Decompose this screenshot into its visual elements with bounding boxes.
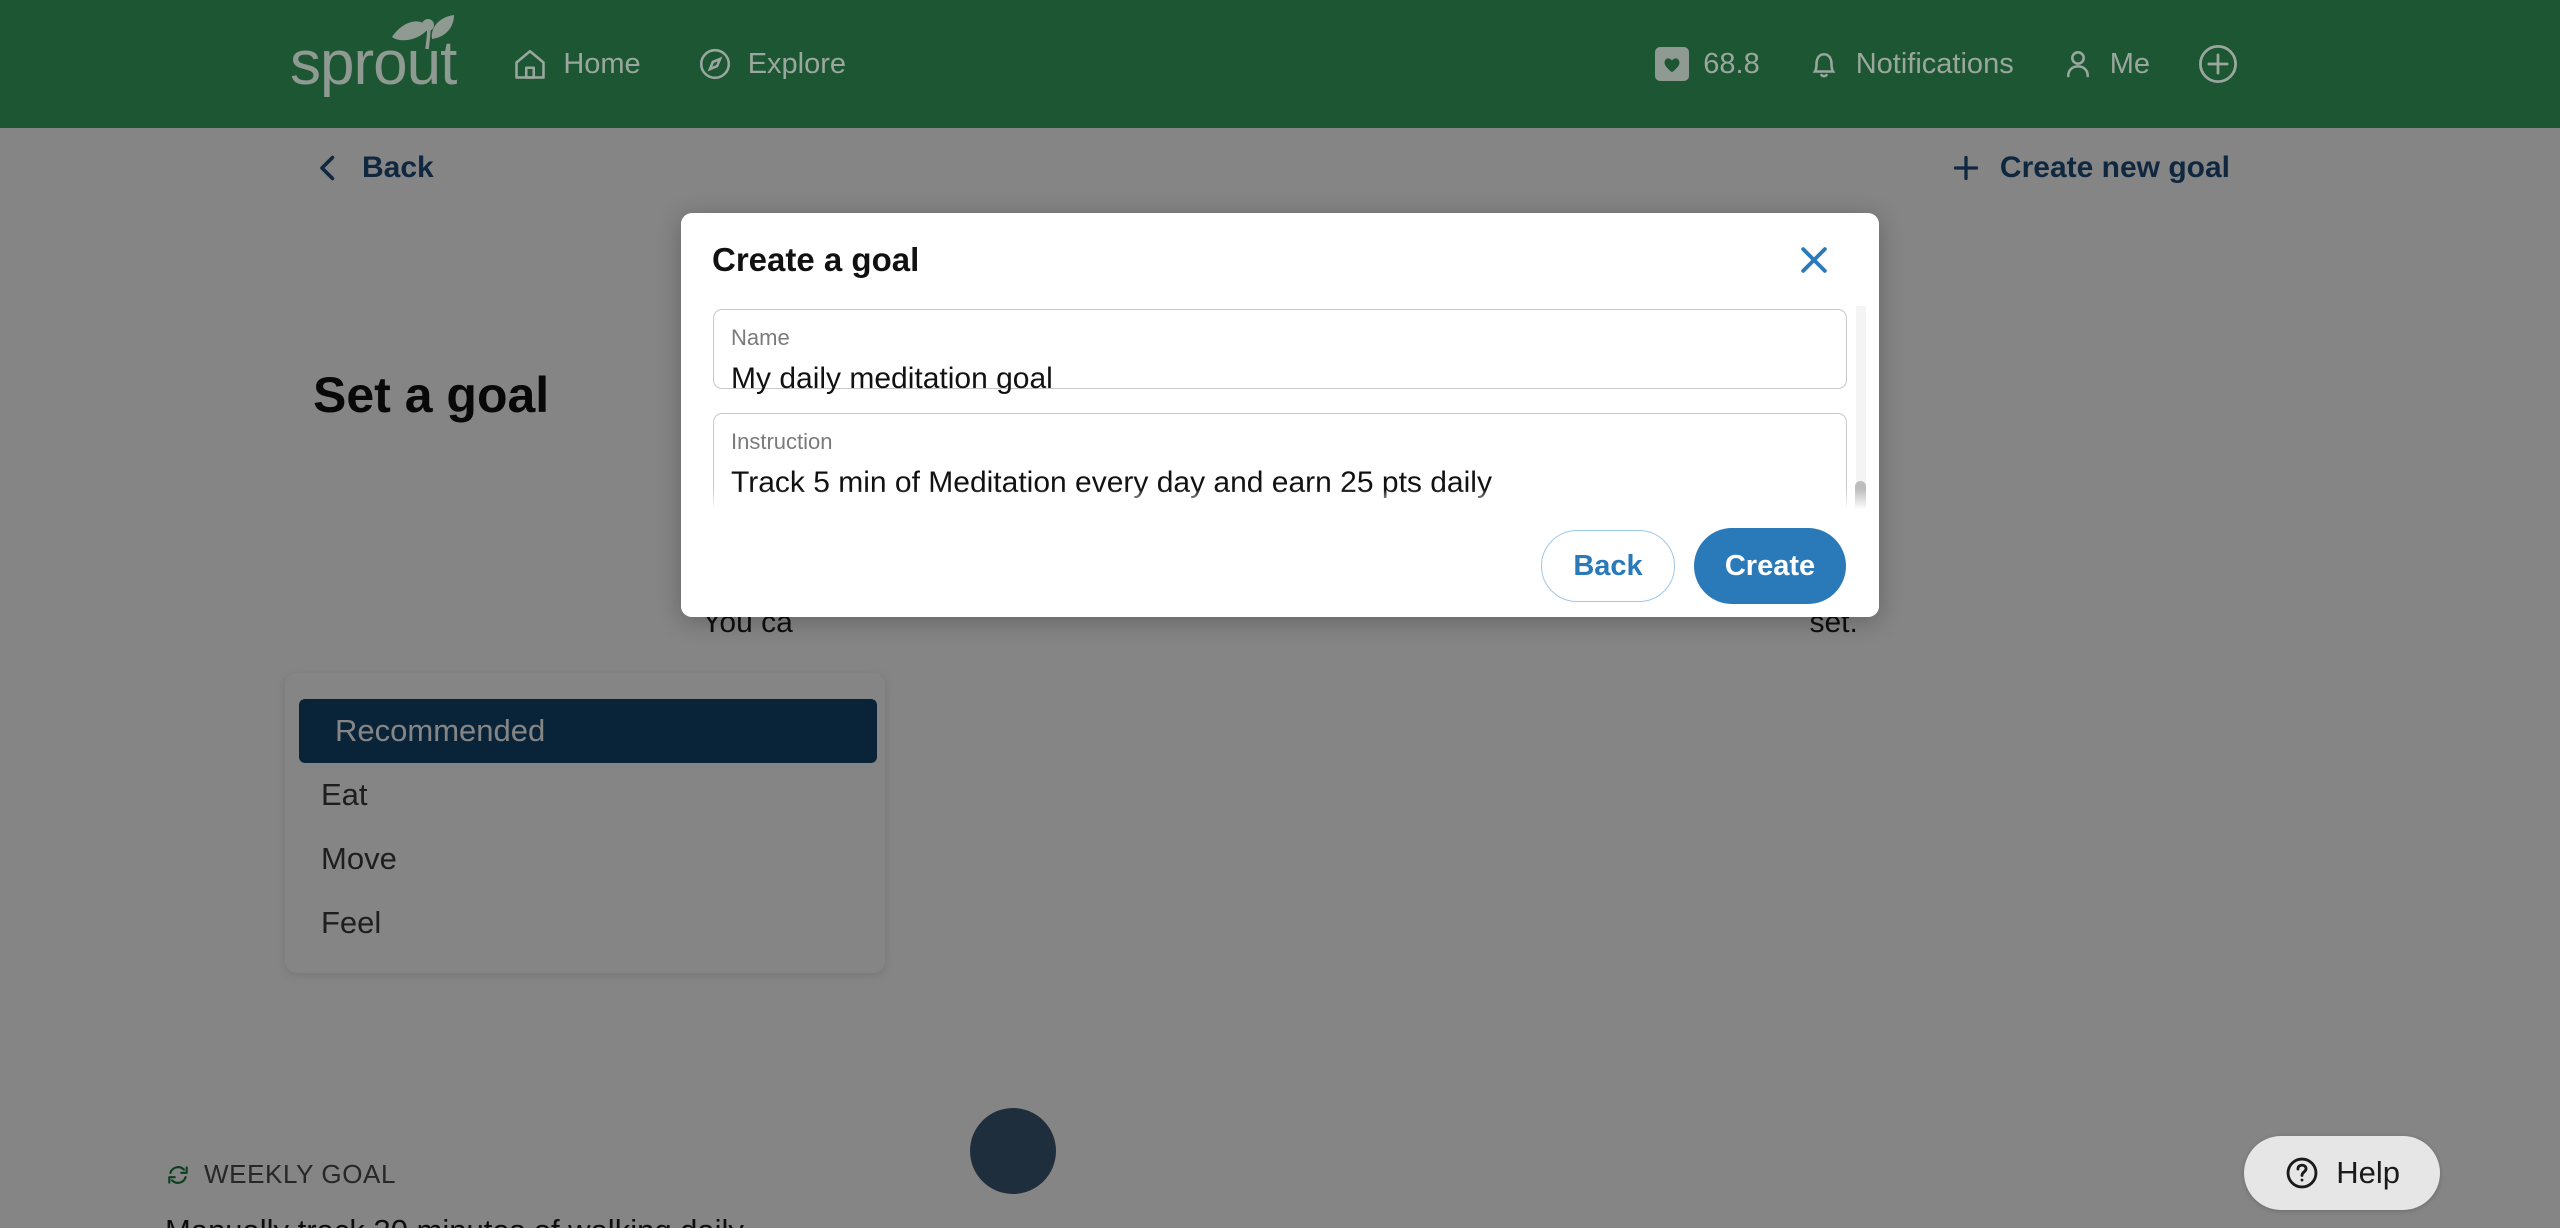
plus-circle-icon <box>2199 45 2237 83</box>
nav-item-home[interactable]: Home <box>512 46 641 82</box>
home-icon <box>515 49 546 79</box>
goal-name-field[interactable]: Name My daily meditation goal <box>713 309 1847 395</box>
header-left-group: sprout Home Explore <box>290 15 846 95</box>
heart-icon <box>1655 47 1690 81</box>
modal-body: Name My daily meditation goal Instructio… <box>681 306 1879 515</box>
help-widget[interactable]: Help <box>2244 1136 2440 1210</box>
bell-icon <box>1812 52 1836 78</box>
close-icon <box>1801 246 1827 273</box>
app-header: sprout Home Explore 68.8 Notifications M… <box>0 0 2560 128</box>
person-icon <box>2066 51 2089 78</box>
notifications-label: Notifications <box>1855 47 2014 80</box>
goal-name-label: Name <box>731 325 790 350</box>
compass-icon <box>699 48 730 80</box>
modal-back-button[interactable]: Back <box>1541 530 1675 602</box>
app-root: Back Create new goal Set a goal You ca s… <box>0 0 2560 1228</box>
goal-instruction-value: Track 5 min of Meditation every day and … <box>731 465 1492 499</box>
goal-name-value: My daily meditation goal <box>731 361 1053 395</box>
modal-title: Create a goal <box>712 240 920 278</box>
points-chip[interactable]: 68.8 <box>1655 47 1760 81</box>
create-goal-modal: Create a goal Name My daily meditation g… <box>681 213 1879 617</box>
modal-footer: Back Create <box>681 515 1879 617</box>
modal-create-button[interactable]: Create <box>1694 528 1846 604</box>
help-label: Help <box>2336 1155 2400 1190</box>
header-right-group: 68.8 Notifications Me <box>1655 42 2240 86</box>
me-label: Me <box>2109 47 2150 80</box>
nav-item-label: Explore <box>747 47 847 80</box>
nav-item-explore[interactable]: Explore <box>697 46 846 82</box>
notifications-button[interactable]: Notifications <box>1806 46 2014 82</box>
sprout-logo[interactable]: sprout <box>290 15 457 95</box>
modal-scroll-area: Name My daily meditation goal Instructio… <box>713 306 1847 515</box>
modal-close-button[interactable] <box>1791 237 1837 283</box>
nav-item-label: Home <box>563 47 641 80</box>
goal-instruction-label: Instruction <box>731 429 833 454</box>
points-value: 68.8 <box>1703 47 1760 80</box>
sprig-leaf-icon <box>392 15 455 50</box>
question-circle-icon <box>2286 1157 2318 1189</box>
add-button[interactable] <box>2196 42 2240 86</box>
modal-scrollbar-thumb[interactable] <box>1855 481 1866 515</box>
me-button[interactable]: Me <box>2060 46 2150 82</box>
modal-header: Create a goal <box>681 213 1879 306</box>
goal-instruction-field[interactable]: Instruction Track 5 min of Meditation ev… <box>713 413 1847 515</box>
